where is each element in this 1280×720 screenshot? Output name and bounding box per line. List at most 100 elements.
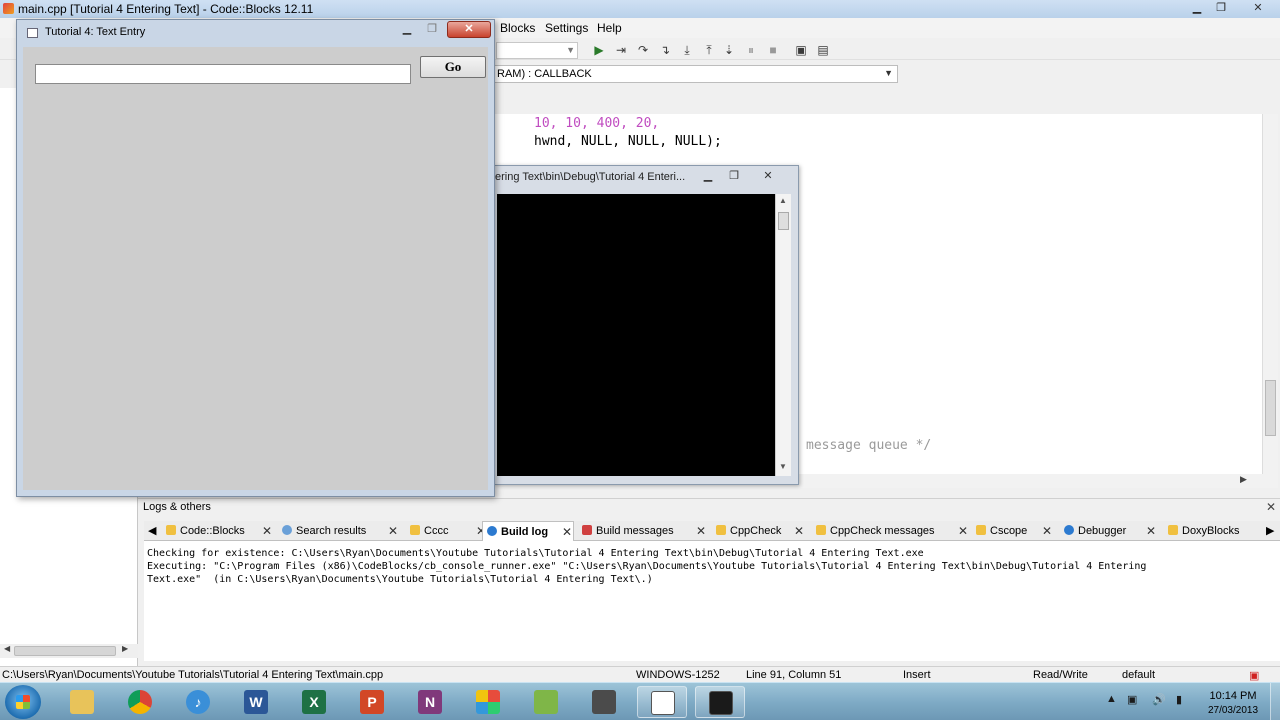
tab-scroll-left-icon[interactable]: ◀ [148,521,162,541]
onenote-icon: N [418,690,442,714]
text-entry-input[interactable] [35,64,411,84]
close-icon[interactable]: ✕ [1266,500,1276,514]
maximize-button[interactable]: ❐ [420,22,444,37]
taskbar-powerpoint[interactable]: P [347,686,397,718]
taskbar-word[interactable]: W [231,686,281,718]
taskbar-onenote[interactable]: N [405,686,455,718]
menu-settings[interactable]: Settings [545,21,588,35]
taskbar-tutorial-window[interactable] [637,686,687,718]
clock-date[interactable]: 27/03/2013 [1200,705,1266,716]
folder-icon [70,690,94,714]
scroll-right-icon[interactable]: ▶ [1240,474,1247,485]
code-line-createwindow-args: hwnd, NULL, NULL, NULL); [534,134,722,149]
taskbar-itunes[interactable]: ♪ [173,686,223,718]
close-icon[interactable]: ✕ [1042,521,1052,541]
build-log-output[interactable]: Checking for existence: C:\Users\Ryan\Do… [144,541,1280,661]
tab-cscope[interactable]: Cscope ✕ [976,521,1052,541]
minimize-button[interactable]: ▁ [697,168,719,184]
ide-title-bar[interactable]: main.cpp [Tutorial 4 Entering Text] - Co… [0,0,1280,18]
function-scope-value: RAM) : CALLBACK [497,68,592,80]
editor-vertical-scrollbar[interactable] [1262,114,1278,474]
taskbar-chrome[interactable] [115,686,165,718]
network-icon[interactable]: ▣ [1127,693,1141,707]
tab-icon [716,525,726,535]
show-hidden-icons[interactable]: ▲ [1106,693,1120,707]
tab-icon [976,525,986,535]
taskbar-excel[interactable]: X [289,686,339,718]
show-desktop-button[interactable] [1270,683,1280,720]
console-scrollbar[interactable]: ▲ ▼ [775,194,791,476]
taskbar-office[interactable] [463,686,513,718]
function-scope-dropdown[interactable]: RAM) : CALLBACK ▼ [494,65,898,83]
tab-cppcheck[interactable]: CppCheck ✕ [716,521,804,541]
step-instruction-icon[interactable]: ⇣ [721,42,737,58]
maximize-button[interactable]: ❐ [723,168,745,184]
step-out-icon[interactable]: ⤒ [701,42,717,58]
debug-windows-icon[interactable]: ▣ [793,42,809,58]
status-insert-mode: Insert [903,669,931,681]
music-icon: ♪ [186,690,210,714]
management-horizontal-scrollbar[interactable]: ◀ ▶ [0,644,138,658]
close-icon[interactable]: ✕ [958,521,968,541]
scroll-left-icon[interactable]: ◀ [4,644,10,653]
info-icon[interactable]: ▤ [815,42,831,58]
scroll-thumb[interactable] [1265,380,1276,436]
scroll-up-icon[interactable]: ▲ [779,196,787,205]
clock-time[interactable]: 10:14 PM [1206,690,1260,702]
tutorial-window[interactable]: Tutorial 4: Text Entry ▁ ❐ ✕ Go [16,19,495,497]
start-button[interactable] [5,685,41,719]
close-icon[interactable]: ✕ [794,521,804,541]
close-button[interactable]: ✕ [447,21,491,38]
menu-codeblocks[interactable]: Blocks [500,21,535,35]
menu-help[interactable]: Help [597,21,622,35]
close-icon[interactable]: ✕ [696,521,706,541]
scroll-thumb[interactable] [14,646,116,656]
minimize-button[interactable]: ▁ [1186,0,1208,16]
taskbar-codeblocks[interactable] [521,686,571,718]
build-target-dropdown[interactable]: ▼ [496,42,578,59]
volume-icon[interactable]: 🔊 [1152,693,1166,707]
tab-cccc[interactable]: Cccc✕ [410,521,486,541]
close-icon[interactable]: ✕ [262,521,272,541]
console-output-area[interactable] [497,194,775,476]
scroll-right-icon[interactable]: ▶ [122,644,128,653]
status-access: Read/Write [1033,669,1088,681]
minimize-button[interactable]: ▁ [395,22,419,37]
tab-build-log[interactable]: Build log ✕ [482,521,574,541]
close-button[interactable]: ✕ [757,168,779,184]
next-instruction-icon[interactable]: ↴ [657,42,673,58]
window-icon [27,28,38,38]
signal-icon[interactable]: ▮ [1176,693,1190,707]
console-window[interactable]: ering Text\bin\Debug\Tutorial 4 Enteri..… [494,165,799,485]
maximize-button[interactable]: ❐ [1210,0,1232,16]
scroll-down-icon[interactable]: ▼ [779,462,787,471]
excel-icon: X [302,690,326,714]
go-button[interactable]: Go [420,56,486,78]
tab-cppcheck-messages[interactable]: CppCheck messages ✕ [816,521,968,541]
close-button[interactable]: ✕ [1240,0,1276,16]
tab-codeblocks[interactable]: Code::Blocks ✕ [166,521,272,541]
close-icon[interactable]: ✕ [388,521,398,541]
close-icon[interactable]: ✕ [1146,521,1156,541]
next-line-icon[interactable]: ↷ [635,42,651,58]
pause-icon[interactable]: ⏸ [743,42,759,58]
tutorial-client-area: Go [23,47,488,490]
scroll-thumb[interactable] [778,212,789,230]
tab-debugger[interactable]: Debugger ✕ [1064,521,1156,541]
tab-build-messages[interactable]: Build messages ✕ [582,521,706,541]
tab-scroll-right-icon[interactable]: ▶ [1266,521,1278,541]
taskbar-camtasia[interactable] [579,686,629,718]
taskbar-explorer[interactable] [57,686,107,718]
debug-run-icon[interactable]: ▶ [591,42,607,58]
tab-icon [166,525,176,535]
run-to-cursor-icon[interactable]: ⇥ [613,42,629,58]
taskbar-console-window[interactable] [695,686,745,718]
tab-doxyblocks[interactable]: DoxyBlocks [1168,521,1239,541]
step-into-icon[interactable]: ⤓ [679,42,695,58]
chart-icon [534,690,558,714]
stop-icon[interactable]: ■ [765,42,781,58]
close-icon[interactable]: ✕ [562,522,572,542]
code-line-coords: 10, 10, 400, 20, [534,116,659,131]
tab-search-results[interactable]: Search results ✕ [282,521,398,541]
taskbar: ♪ W X P N ▲ ▣ 🔊 ▮ 10:14 PM 27/03/2013 [0,682,1280,720]
